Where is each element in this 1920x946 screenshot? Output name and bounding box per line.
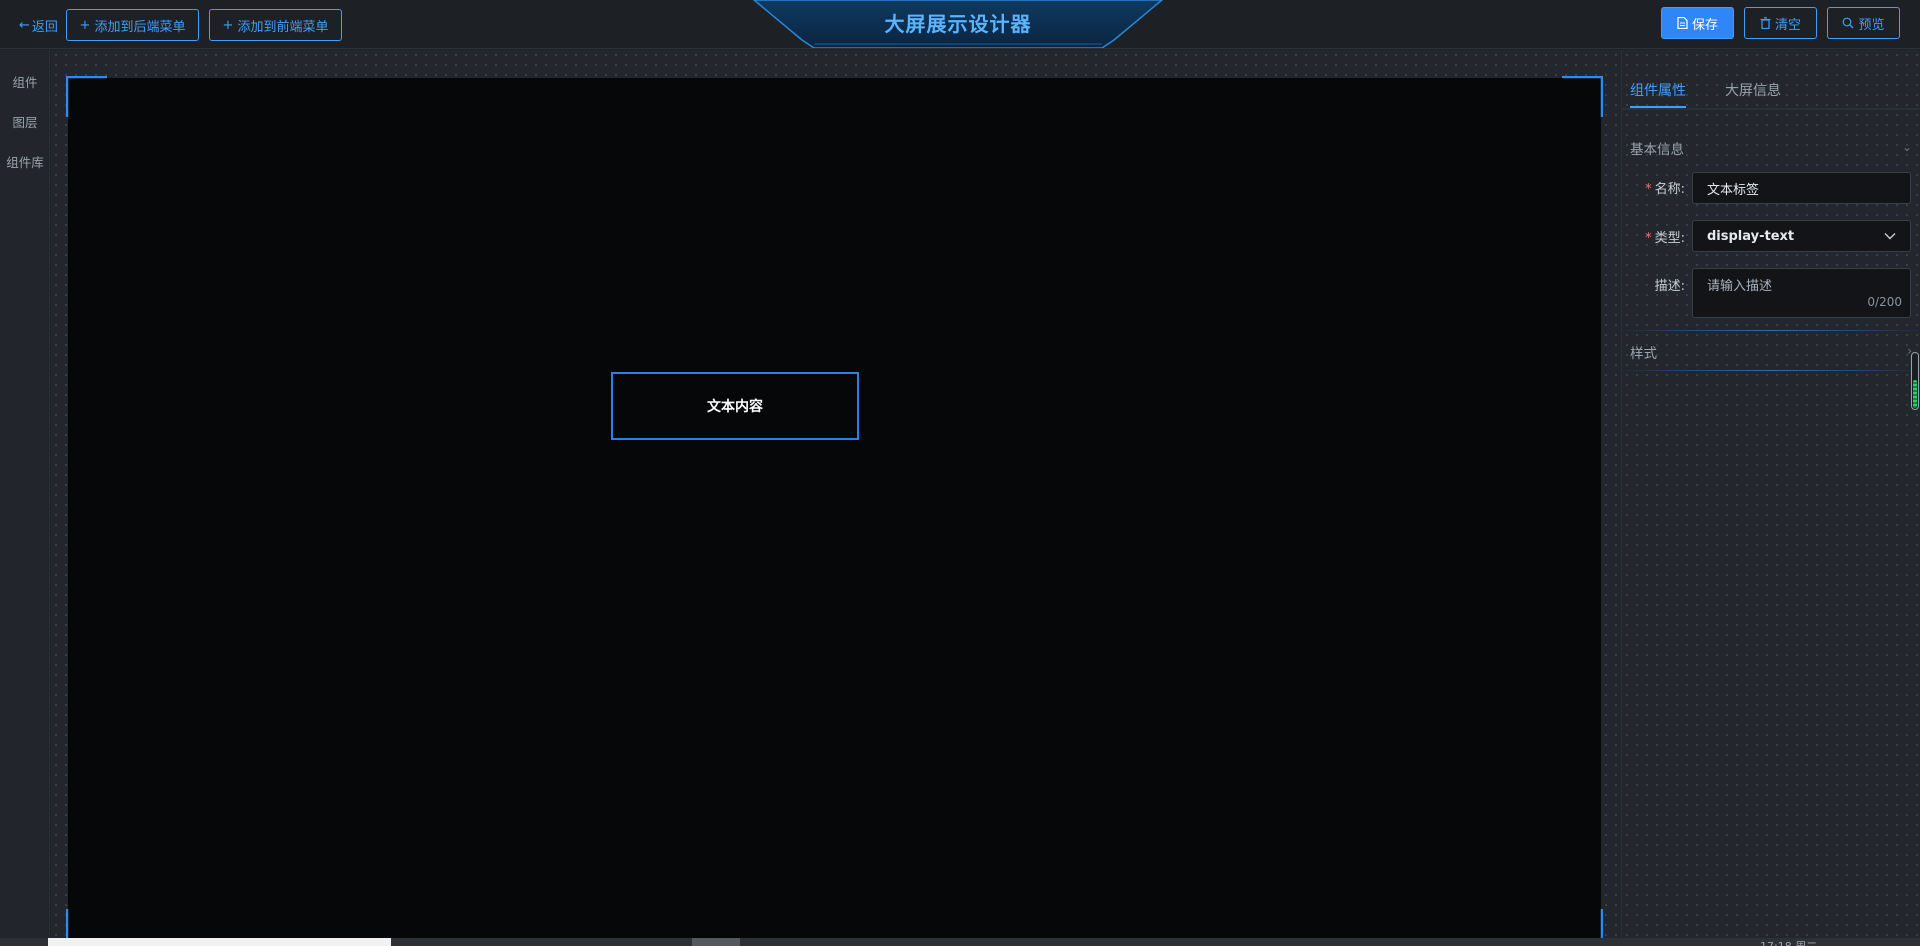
plus-icon: +: [222, 17, 234, 33]
scroll-indicator: [1913, 380, 1917, 408]
description-textarea[interactable]: 请输入描述 0/200: [1692, 268, 1911, 318]
save-button[interactable]: 保存: [1661, 7, 1734, 39]
chevron-down-icon: [1884, 232, 1896, 240]
section-divider: [1622, 330, 1920, 331]
design-screen[interactable]: 文本内容: [66, 76, 1603, 946]
description-label-text: 描述:: [1654, 279, 1685, 294]
back-label: 返回: [31, 19, 58, 35]
tab-component-properties[interactable]: 组件属性: [1630, 80, 1686, 108]
horizontal-scrollbar[interactable]: [0, 938, 1920, 946]
nav-item-label: 组件库: [6, 155, 44, 170]
nav-item-component-library[interactable]: 组件库: [0, 152, 50, 171]
section-title: 基本信息: [1630, 142, 1684, 158]
section-divider: [1622, 370, 1920, 371]
type-select[interactable]: display-text: [1692, 220, 1911, 252]
preview-label: 预览: [1858, 17, 1885, 33]
plus-icon: +: [79, 17, 91, 33]
add-backend-menu-label: 添加到后端菜单: [94, 19, 186, 35]
corner-decoration: [66, 76, 107, 117]
style-section-header[interactable]: 样式 ›: [1630, 342, 1912, 362]
basic-info-section-header[interactable]: 基本信息 ⌄: [1630, 138, 1912, 158]
description-placeholder: 请输入描述: [1707, 279, 1773, 294]
nav-item-label: 组件: [12, 75, 38, 90]
type-label-text: 类型:: [1654, 231, 1685, 246]
tab-screen-info[interactable]: 大屏信息: [1725, 80, 1781, 108]
panel-scrollbar[interactable]: [1911, 352, 1919, 410]
char-counter: 0/200: [1867, 295, 1902, 309]
required-mark: *: [1645, 182, 1652, 197]
scroll-track-highlight: [48, 938, 391, 946]
add-frontend-menu-label: 添加到前端菜单: [237, 19, 329, 35]
scroll-thumb[interactable]: [692, 938, 740, 946]
add-frontend-menu-button[interactable]: + 添加到前端菜单: [209, 9, 342, 41]
nav-item-layers[interactable]: 图层: [0, 112, 50, 131]
type-value: display-text: [1707, 228, 1795, 244]
page-title: 大屏展示设计器: [884, 12, 1032, 36]
left-sidebar: 组件 图层 组件库: [0, 50, 50, 946]
nav-item-label: 图层: [12, 115, 38, 130]
arrow-left-icon: ←: [19, 17, 30, 33]
search-icon: [1842, 17, 1854, 29]
chevron-down-icon: ⌄: [1901, 140, 1912, 154]
document-icon: [1677, 17, 1688, 29]
section-title: 样式: [1630, 346, 1657, 362]
clear-button[interactable]: 清空: [1744, 7, 1817, 39]
description-label: 描述:: [1630, 275, 1685, 294]
save-label: 保存: [1691, 17, 1718, 33]
corner-decoration: [1562, 76, 1603, 117]
tab-label: 大屏信息: [1725, 83, 1781, 99]
panel-tabs: 组件属性 大屏信息: [1622, 76, 1920, 110]
top-bar: ← 返回 + 添加到后端菜单 + 添加到前端菜单 大屏展示设计器 保存 清空 预…: [0, 0, 1920, 49]
name-label: * 名称:: [1630, 178, 1685, 197]
add-backend-menu-button[interactable]: + 添加到后端菜单: [66, 9, 199, 41]
name-input[interactable]: 文本标签: [1692, 172, 1911, 204]
properties-panel: 组件属性 大屏信息 基本信息 ⌄ * 名称: 文本标签 * 类型: display-…: [1621, 50, 1920, 946]
tab-label: 组件属性: [1630, 83, 1686, 99]
text-widget-content: 文本内容: [707, 399, 763, 415]
preview-button[interactable]: 预览: [1827, 7, 1900, 39]
required-mark: *: [1645, 231, 1652, 246]
nav-item-components[interactable]: 组件: [0, 72, 50, 91]
type-label: * 类型:: [1630, 227, 1685, 246]
clear-label: 清空: [1774, 17, 1801, 33]
name-value: 文本标签: [1707, 182, 1760, 198]
back-link[interactable]: ← 返回: [19, 15, 58, 35]
name-label-text: 名称:: [1654, 182, 1685, 197]
trash-icon: [1760, 17, 1771, 29]
clock-text: 17:18 周二: [1760, 940, 1817, 946]
text-widget[interactable]: 文本内容: [611, 372, 859, 440]
